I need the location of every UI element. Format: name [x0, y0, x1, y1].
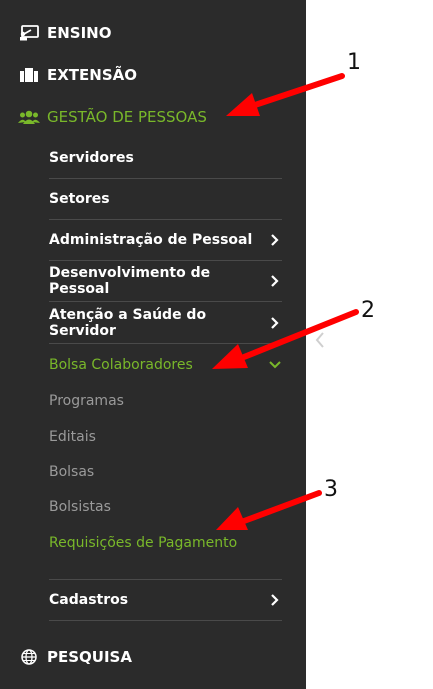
annotation-arrow-2 — [241, 309, 359, 360]
annotation-arrowhead-1 — [226, 93, 260, 116]
annotation-number-3: 3 — [324, 477, 338, 502]
annotation-overlay — [212, 73, 359, 530]
annotation-number-1: 1 — [347, 50, 361, 75]
annotation-arrow-1 — [249, 73, 345, 109]
annotation-number-2: 2 — [361, 298, 375, 323]
annotation-arrow-3 — [241, 490, 322, 524]
annotation-arrowhead-2 — [212, 344, 248, 369]
